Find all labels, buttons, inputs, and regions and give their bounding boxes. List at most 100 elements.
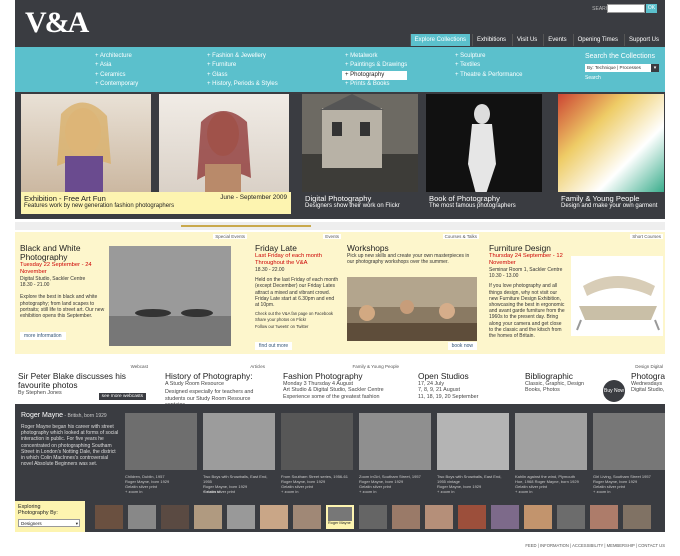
- photo-thumb-7[interactable]: [593, 413, 665, 470]
- photographer-mini-thumb[interactable]: [293, 505, 321, 529]
- photographer-mini-thumb[interactable]: [260, 505, 288, 529]
- event-title[interactable]: Furniture Design: [489, 244, 565, 253]
- photographer-mini-thumb[interactable]: [359, 505, 387, 529]
- photo-thumb-5[interactable]: [437, 413, 509, 470]
- photo-thumb-2[interactable]: [203, 413, 275, 470]
- carousel-scrollbar[interactable]: [15, 222, 665, 230]
- menu-item[interactable]: Glass: [207, 71, 278, 80]
- photo-thumb-4[interactable]: [359, 413, 431, 470]
- photographer-mini-thumb[interactable]: [425, 505, 453, 529]
- event-desc: If you love photography and all things d…: [489, 283, 565, 340]
- feature-bibliographic[interactable]: Bibliographic Classic, Graphic, Design B…: [525, 362, 629, 404]
- hero-subtitle: Design and make your own garment: [561, 203, 658, 209]
- collections-search-link[interactable]: Search: [585, 75, 601, 81]
- photographer-mini-thumb[interactable]: [194, 505, 222, 529]
- search-ok-button[interactable]: OK: [646, 4, 657, 13]
- hero-caption-book[interactable]: Book of Photography The most famous phot…: [426, 192, 542, 214]
- photo-thumb-3[interactable]: [281, 413, 353, 470]
- photographer-mini-thumb[interactable]: [458, 505, 486, 529]
- event-title[interactable]: Workshops: [347, 244, 475, 253]
- feature-title: Photograph and Effect: [631, 371, 665, 381]
- menu-item[interactable]: History, Periods & Styles: [207, 80, 278, 89]
- event-title[interactable]: Black and White Photography: [20, 244, 105, 262]
- photographer-mini-thumb[interactable]: [227, 505, 255, 529]
- nav-tab-opening-times[interactable]: Opening Times: [572, 34, 622, 46]
- photographer-mini-thumb[interactable]: [590, 505, 618, 529]
- search-input[interactable]: [607, 4, 645, 13]
- nav-tab-events[interactable]: Events: [543, 34, 571, 46]
- see-more-webcasts-button[interactable]: see more webcasts: [98, 393, 146, 400]
- hero-image-fashion-2[interactable]: [159, 94, 289, 194]
- zoom-in-link[interactable]: + zoom in: [125, 489, 142, 494]
- feature-tag: Webcast: [128, 364, 150, 369]
- menu-item[interactable]: Furniture: [207, 61, 278, 70]
- photo-thumb-1[interactable]: [125, 413, 197, 470]
- menu-item[interactable]: Paintings & Drawings: [345, 61, 407, 70]
- event-photo-landscape[interactable]: [109, 246, 231, 346]
- feature-open-studios[interactable]: Open Studios 17, 24 July 7, 8, 9, 21 Aug…: [418, 362, 504, 404]
- photographer-mini-thumb[interactable]: [491, 505, 519, 529]
- menu-item[interactable]: Textiles: [455, 61, 522, 70]
- hero-image-figure[interactable]: [426, 94, 542, 194]
- photographer-name[interactable]: Roger Mayne: [21, 412, 63, 419]
- footer-links[interactable]: FEED | INFORMATION | ACCESSIBILITY | MEM…: [525, 543, 665, 548]
- find-out-more-link[interactable]: find out more: [255, 342, 293, 350]
- photographer-mini-thumb[interactable]: [161, 505, 189, 529]
- photographer-mini-thumb-active[interactable]: Roger Mayne: [326, 505, 354, 529]
- photographer-mini-thumb[interactable]: [95, 505, 123, 529]
- menu-item[interactable]: Architecture: [95, 52, 138, 61]
- main-nav: Explore Collections Exhibitions Visit Us…: [409, 34, 663, 46]
- hero-image-fashion-1[interactable]: [21, 94, 151, 194]
- menu-item[interactable]: Sculpture: [455, 52, 522, 61]
- feature-fashion-photography[interactable]: Family & Young People Fashion Photograph…: [283, 362, 403, 404]
- feature-history[interactable]: Articles History of Photography: A Study…: [165, 362, 269, 404]
- hero-image-illustration[interactable]: [558, 94, 664, 194]
- nav-tab-explore-collections[interactable]: Explore Collections: [409, 34, 471, 46]
- photographer-mini-thumb[interactable]: [557, 505, 585, 529]
- zoom-in-link[interactable]: + zoom in: [515, 489, 532, 494]
- hero-caption-exhibition[interactable]: Exhibition - Free Art Fun Features work …: [21, 192, 291, 214]
- explore-by-select[interactable]: Designers ▾: [18, 519, 80, 527]
- photographer-mini-thumb[interactable]: [524, 505, 552, 529]
- menu-item[interactable]: Metalwork: [345, 52, 407, 61]
- feature-webcast[interactable]: Webcast Sir Peter Blake discusses his fa…: [18, 362, 152, 404]
- collections-technique-select[interactable]: By: Technique | Processes ▾: [585, 64, 659, 72]
- nav-tab-support-us[interactable]: Support Us: [623, 34, 663, 46]
- nav-tab-visit-us[interactable]: Visit Us: [512, 34, 542, 46]
- hero-caption-digital[interactable]: Digital Photography Designers show their…: [302, 192, 418, 214]
- zoom-in-link[interactable]: + zoom in: [593, 489, 610, 494]
- event-photo-workshop[interactable]: [347, 277, 477, 341]
- events-band: Special Events Black and White Photograp…: [15, 232, 665, 354]
- collections-search-title: Search the Collections: [585, 53, 656, 60]
- menu-item[interactable]: Ceramics: [95, 71, 138, 80]
- book-now-link[interactable]: book now: [447, 342, 477, 350]
- carousel-scroll-thumb[interactable]: [181, 225, 311, 227]
- event-title[interactable]: Friday Late: [255, 244, 339, 253]
- feature-title: Open Studios: [418, 371, 469, 381]
- buy-now-badge[interactable]: Buy Now: [603, 380, 625, 402]
- feature-title: History of Photography:: [165, 371, 253, 381]
- menu-item[interactable]: Theatre & Performance: [455, 71, 522, 80]
- event-photo-chair[interactable]: [571, 256, 663, 336]
- photographer-mini-thumb[interactable]: [623, 505, 651, 529]
- more-information-link[interactable]: more information: [20, 332, 66, 340]
- menu-item[interactable]: Fashion & Jewellery: [207, 52, 278, 61]
- photographer-mini-thumb[interactable]: [128, 505, 156, 529]
- zoom-in-link[interactable]: + zoom in: [359, 489, 376, 494]
- nav-tab-exhibitions[interactable]: Exhibitions: [472, 34, 511, 46]
- zoom-in-link[interactable]: + zoom in: [203, 489, 220, 494]
- photographer-mini-thumb[interactable]: [392, 505, 420, 529]
- hero-caption-family[interactable]: Family & Young People Design and make yo…: [558, 192, 664, 214]
- hero-image-house[interactable]: [302, 94, 418, 194]
- photo-caption: Girl Living, Southam Street 1957 Roger Ma…: [593, 474, 665, 489]
- va-logo[interactable]: V&A: [25, 6, 89, 40]
- zoom-in-link[interactable]: + zoom in: [281, 489, 298, 494]
- twitter-link[interactable]: Follow our 'tweets' on Twitter: [255, 324, 339, 330]
- menu-item[interactable]: Prints & Books: [345, 80, 407, 89]
- menu-item[interactable]: Asia: [95, 61, 138, 70]
- menu-item-selected[interactable]: Photography: [342, 70, 408, 81]
- photo-thumb-6[interactable]: [515, 413, 587, 470]
- zoom-in-link[interactable]: + zoom in: [437, 489, 454, 494]
- menu-item[interactable]: Contemporary: [95, 80, 138, 89]
- feature-photograph-effect[interactable]: Design Digital Photograph and Effect Wed…: [631, 362, 665, 404]
